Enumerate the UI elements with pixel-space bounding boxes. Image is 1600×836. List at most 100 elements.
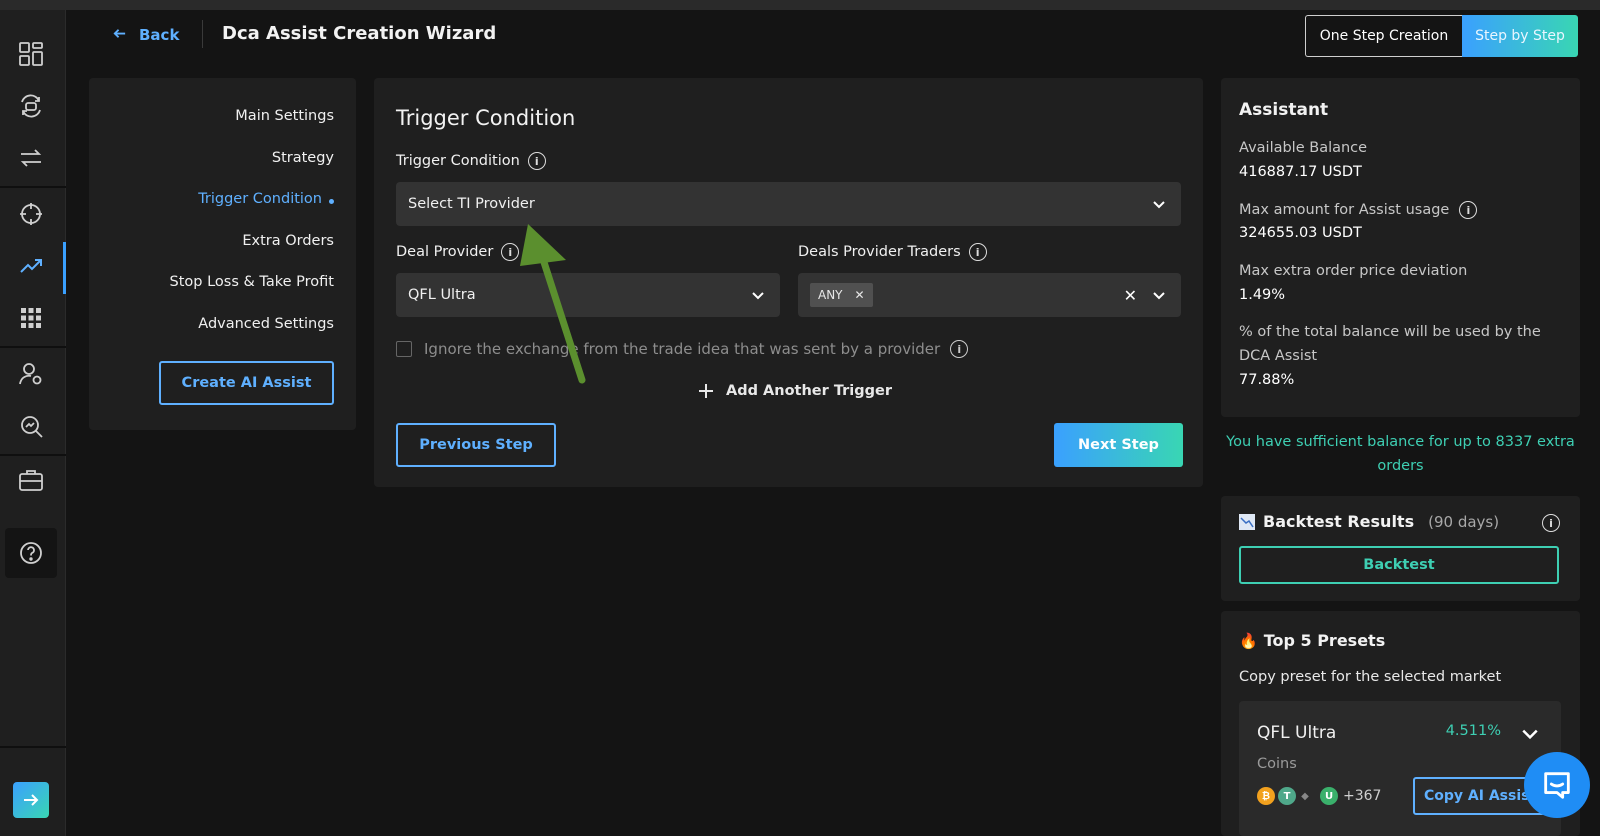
sidebar-divider	[0, 746, 66, 748]
step-strategy[interactable]: Strategy	[272, 150, 334, 166]
available-balance-label: Available Balance	[1239, 140, 1368, 156]
add-trigger-label: Add Another Trigger	[726, 383, 892, 399]
step-by-step-button[interactable]: Step by Step	[1462, 15, 1578, 57]
preset-name: QFL Ultra	[1257, 723, 1337, 743]
available-balance-value: 416887.17 USDT	[1239, 164, 1362, 180]
user-icon[interactable]	[17, 360, 45, 388]
add-another-trigger-button[interactable]: Add Another Trigger	[698, 383, 892, 399]
ignore-exchange-text: Ignore the exchange from the trade idea …	[424, 340, 941, 358]
sidebar-active-indicator	[63, 242, 66, 294]
info-icon[interactable]: i	[501, 243, 520, 261]
page-title: Dca Assist Creation Wizard	[222, 23, 497, 44]
back-label: Back	[139, 26, 180, 44]
ti-provider-select[interactable]: Select TI Provider	[396, 182, 1181, 226]
deal-provider-value: QFL Ultra	[408, 287, 476, 303]
create-ai-assist-button[interactable]: Create AI Assist	[159, 361, 334, 405]
dashboard-icon[interactable]	[17, 40, 45, 68]
chevron-down-icon	[1153, 201, 1165, 209]
target-icon[interactable]	[17, 200, 45, 228]
usdc-coin-icon: U	[1320, 787, 1338, 805]
briefcase-icon[interactable]	[17, 466, 45, 494]
sufficient-balance-line2: orders	[1377, 458, 1424, 474]
sidebar-divider	[0, 454, 66, 456]
eth-coin-icon: ◆	[1301, 790, 1309, 802]
step-trigger-condition[interactable]: Trigger Condition	[198, 191, 322, 207]
chevron-down-icon	[752, 292, 764, 300]
next-step-button[interactable]: Next Step	[1054, 423, 1183, 467]
sufficient-balance-message: You have sufficient balance for up to 83…	[1221, 430, 1580, 478]
presets-title-text: Top 5 Presets	[1263, 631, 1386, 650]
assistant-panel: Assistant Available Balance 416887.17 US…	[1221, 78, 1580, 417]
deals-provider-traders-label-text: Deals Provider Traders	[798, 244, 961, 260]
info-icon[interactable]: i	[1459, 201, 1478, 219]
sufficient-balance-line1: You have sufficient balance for up to 83…	[1226, 434, 1575, 450]
total-balance-value: 77.88%	[1239, 372, 1295, 388]
plus-icon	[699, 384, 713, 398]
trader-tag-label: ANY	[818, 288, 843, 302]
clear-icon[interactable]: ✕	[1124, 286, 1137, 305]
step-main-settings[interactable]: Main Settings	[235, 108, 334, 124]
more-coins-count: +367	[1343, 788, 1382, 804]
max-deviation-value: 1.49%	[1239, 287, 1286, 303]
backtest-button[interactable]: Backtest	[1239, 546, 1559, 584]
active-step-dot	[329, 199, 334, 204]
max-amount-label: Max amount for Assist usage i	[1239, 201, 1478, 219]
presets-panel: 🔥 Top 5 Presets Copy preset for the sele…	[1221, 611, 1580, 836]
search-chart-icon[interactable]	[17, 412, 45, 440]
remove-tag-icon[interactable]: ✕	[855, 288, 865, 302]
presets-subtitle: Copy preset for the selected market	[1239, 669, 1502, 685]
trigger-condition-label: Trigger Condition i	[396, 152, 546, 170]
coin-list: ₿ T ◆ U +367	[1257, 787, 1381, 805]
chart-icon[interactable]	[17, 252, 45, 280]
deals-provider-traders-label: Deals Provider Traders i	[798, 243, 987, 261]
chevron-down-icon	[1153, 292, 1165, 300]
sidebar-divider	[0, 186, 66, 188]
info-icon[interactable]: i	[950, 340, 969, 358]
traders-multiselect[interactable]: ANY ✕ ✕	[798, 273, 1181, 317]
one-step-creation-button[interactable]: One Step Creation	[1305, 15, 1462, 57]
trader-tag: ANY ✕	[810, 283, 873, 307]
steps-panel: Main Settings Strategy Trigger Condition…	[89, 78, 356, 430]
chat-icon[interactable]	[1524, 752, 1590, 818]
ignore-exchange-label: Ignore the exchange from the trade idea …	[424, 340, 969, 358]
deal-provider-label-text: Deal Provider	[396, 244, 494, 260]
preset-profit: 4.511%	[1445, 723, 1501, 739]
info-icon[interactable]: i	[1542, 514, 1560, 532]
backtest-title: Backtest Results (90 days)	[1239, 512, 1499, 531]
max-amount-label-text: Max amount for Assist usage	[1239, 202, 1450, 218]
btc-coin-icon: ₿	[1257, 787, 1275, 805]
max-amount-value: 324655.03 USDT	[1239, 225, 1362, 241]
previous-step-button[interactable]: Previous Step	[396, 423, 556, 467]
back-button[interactable]: Back	[112, 24, 179, 46]
backtest-period: (90 days)	[1428, 512, 1500, 531]
sidebar-divider	[0, 346, 66, 348]
backtest-panel: Backtest Results (90 days) i Backtest	[1221, 496, 1580, 601]
step-extra-orders[interactable]: Extra Orders	[242, 233, 334, 249]
top-strip	[0, 0, 1600, 10]
deal-provider-select[interactable]: QFL Ultra	[396, 273, 780, 317]
backtest-title-text: Backtest Results	[1263, 512, 1415, 531]
bots-icon[interactable]	[17, 92, 45, 120]
header-divider	[202, 20, 203, 48]
apps-icon[interactable]	[17, 304, 45, 332]
arrow-right-icon[interactable]	[13, 782, 49, 818]
info-icon[interactable]: i	[527, 152, 546, 170]
ignore-exchange-checkbox[interactable]	[396, 341, 412, 357]
info-icon[interactable]: i	[968, 243, 987, 261]
arrow-left-icon	[112, 26, 127, 45]
trigger-condition-panel: Trigger Condition Trigger Condition i Se…	[374, 78, 1203, 487]
creation-mode-toggle: One Step Creation Step by Step	[1305, 15, 1578, 57]
step-stop-loss-take-profit[interactable]: Stop Loss & Take Profit	[170, 274, 334, 290]
total-balance-label-line1: % of the total balance will be used by t…	[1239, 324, 1541, 340]
exchange-icon[interactable]	[17, 144, 45, 172]
step-advanced-settings[interactable]: Advanced Settings	[198, 316, 334, 332]
help-icon[interactable]	[17, 539, 45, 567]
chart-down-icon	[1239, 513, 1255, 530]
ti-provider-select-value: Select TI Provider	[408, 196, 535, 212]
trigger-condition-label-text: Trigger Condition	[396, 153, 520, 169]
usdt-coin-icon: T	[1278, 787, 1296, 805]
assistant-title: Assistant	[1239, 100, 1329, 120]
deal-provider-label: Deal Provider i	[396, 243, 520, 261]
chevron-down-icon[interactable]	[1521, 725, 1539, 743]
fire-icon: 🔥	[1239, 631, 1258, 650]
